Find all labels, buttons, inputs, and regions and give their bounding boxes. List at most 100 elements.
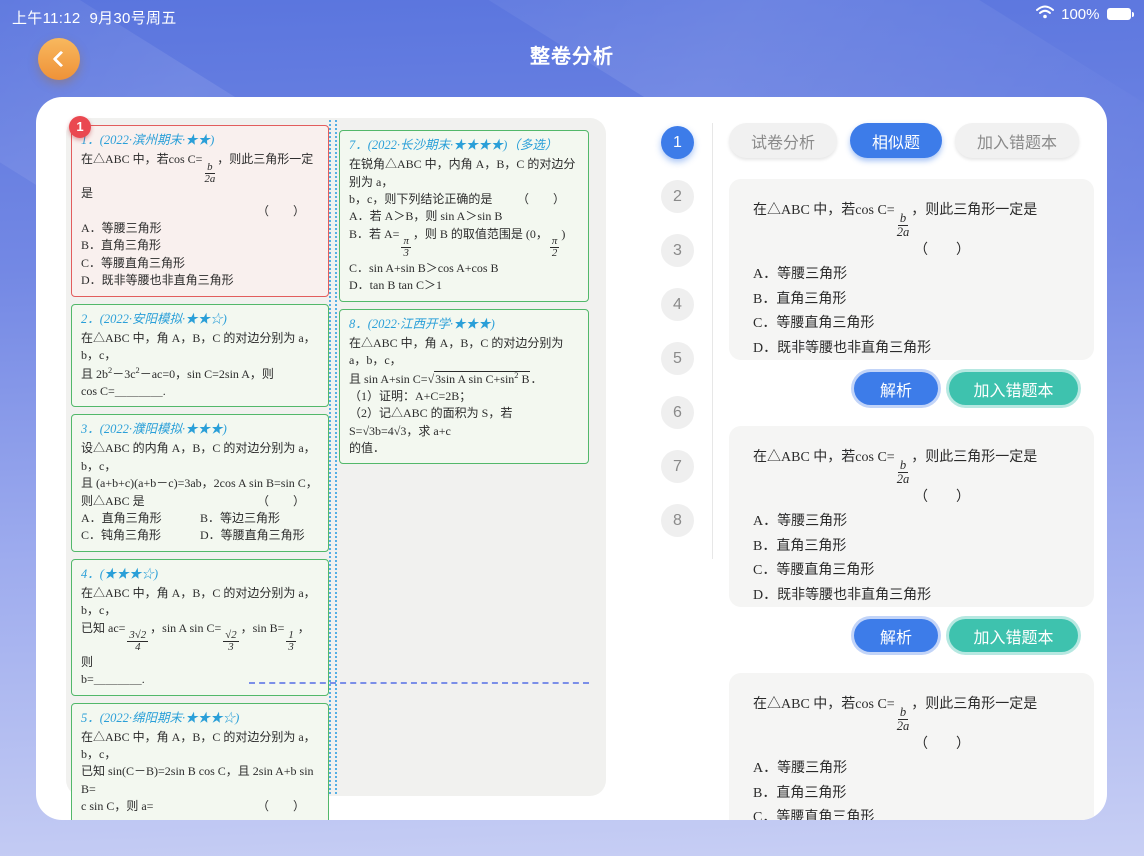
- similar-option: B．直角三角形: [753, 782, 1070, 807]
- similar-option: B．直角三角形: [753, 535, 1070, 560]
- question-text-line: 已知 sin(C－B)=2sin B cos C，且 2sin A+b sin …: [81, 763, 319, 798]
- similar-option: C．等腰直角三角形: [753, 559, 1070, 584]
- option-row: A．等腰三角形: [81, 220, 319, 237]
- option-item: A．等腰三角形: [81, 220, 319, 237]
- tabs-row: 试卷分析相似题加入错题本: [729, 123, 1094, 158]
- similar-option: C．等腰直角三角形: [753, 806, 1070, 820]
- tab-相似题[interactable]: 相似题: [850, 123, 942, 158]
- add-to-mistakes-button[interactable]: 加入错题本: [949, 372, 1078, 405]
- answer-paren: （ ）: [753, 486, 1070, 511]
- dashed-annotation-line: [249, 682, 589, 684]
- question-source-header: 5．(2022·绵阳期末·★★★☆): [81, 709, 319, 727]
- option-item: A．若 A＞B，则 sin A＞sin B: [349, 208, 579, 225]
- option-item: D．既非等腰也非直角三角形: [81, 272, 319, 289]
- question-text-line: 在△ABC 中，角 A，B，C 的对边分别为 a，b，c，: [81, 585, 319, 620]
- question-card[interactable]: 4．(★★★☆)在△ABC 中，角 A，B，C 的对边分别为 a，b，c，已知 …: [71, 559, 329, 696]
- paper-column-1: 11．(2022·滨州期末·★★)在△ABC 中，若cos C=b2a，则此三角…: [71, 125, 329, 820]
- similar-question-list: 在△ABC 中，若cos C=b2a，则此三角形一定是（ ）A．等腰三角形B．直…: [729, 179, 1094, 820]
- paper-column-2: 7．(2022·长沙期末·★★★★)（多选）在锐角△ABC 中，内角 A，B，C…: [339, 130, 589, 464]
- question-card[interactable]: 8．(2022·江西开学·★★★) 在△ABC 中，角 A，B，C 的对边分别为 …: [339, 309, 589, 465]
- question-text-line: （1）证明：A+C=2B；: [349, 388, 579, 405]
- column-dotted-separator: [335, 120, 337, 794]
- option-row: B．直角三角形: [81, 237, 319, 254]
- card-button-row: 解析加入错题本: [729, 619, 1094, 652]
- question-card[interactable]: 5．(2022·绵阳期末·★★★☆)在△ABC 中，角 A，B，C 的对边分别为…: [71, 703, 329, 820]
- option-item: C．6: [200, 816, 260, 820]
- option-item: B．若 A=π3，则 B 的取值范围是 (0，π2): [349, 226, 579, 260]
- question-text-line: 且 (a+b+c)(a+b－c)=3ab，2cos A sin B=sin C，: [81, 475, 319, 492]
- option-item: D．等腰直角三角形: [200, 527, 319, 544]
- similar-option: A．等腰三角形: [753, 757, 1070, 782]
- option-row: A．若 A＞B，则 sin A＞sin B: [349, 208, 579, 225]
- question-number-2[interactable]: 2: [661, 180, 694, 213]
- option-item: B．等边三角形: [200, 510, 319, 527]
- option-item: C．钝角三角形: [81, 527, 200, 544]
- option-item: B．4: [141, 816, 201, 820]
- question-number-3[interactable]: 3: [661, 234, 694, 267]
- tab-加入错题本[interactable]: 加入错题本: [955, 123, 1079, 158]
- option-item: C．等腰直角三角形: [81, 255, 319, 272]
- question-number-4[interactable]: 4: [661, 288, 694, 321]
- tab-试卷分析[interactable]: 试卷分析: [729, 123, 837, 158]
- option-item: A．直角三角形: [81, 510, 200, 527]
- analysis-panel: 试卷分析相似题加入错题本 在△ABC 中，若cos C=b2a，则此三角形一定是…: [729, 123, 1094, 820]
- option-row: C．sin A+sin B＞cos A+cos B: [349, 260, 579, 277]
- option-row: C．钝角三角形D．等腰直角三角形: [81, 527, 319, 544]
- question-card[interactable]: 11．(2022·滨州期末·★★)在△ABC 中，若cos C=b2a，则此三角…: [71, 125, 329, 297]
- analysis-button[interactable]: 解析: [854, 372, 938, 405]
- similar-question-stem: 在△ABC 中，若cos C=b2a，则此三角形一定是: [753, 199, 1070, 239]
- question-text-line: 的值．: [349, 440, 579, 457]
- option-row: D．既非等腰也非直角三角形: [81, 272, 319, 289]
- question-text-line: b=＿＿＿＿.: [81, 671, 319, 688]
- similar-option: D．既非等腰也非直角三角形: [753, 337, 1070, 360]
- question-text-line: （ ）: [81, 203, 319, 220]
- battery-percent: 100%: [1061, 6, 1099, 23]
- option-row: B．若 A=π3，则 B 的取值范围是 (0，π2): [349, 226, 579, 260]
- similar-option: D．既非等腰也非直角三角形: [753, 584, 1070, 607]
- question-number-5[interactable]: 5: [661, 342, 694, 375]
- status-bar: 上午11:12 9月30号周五 100%: [0, 0, 1144, 30]
- similar-question-card: 在△ABC 中，若cos C=b2a，则此三角形一定是（ ）A．等腰三角形B．直…: [729, 426, 1094, 607]
- question-text-line: 在△ABC 中，角 A，B，C 的对边分别为 a，b，c，: [349, 335, 579, 370]
- option-item: A．2: [81, 816, 141, 820]
- question-text-line: 设△ABC 的内角 A，B，C 的对边分别为 a，b，c，: [81, 440, 319, 475]
- question-text-line: cos C=＿＿＿＿.: [81, 383, 319, 400]
- similar-question-stem: 在△ABC 中，若cos C=b2a，则此三角形一定是: [753, 446, 1070, 486]
- question-card[interactable]: 3．(2022·濮阳模拟·★★★)设△ABC 的内角 A，B，C 的对边分别为 …: [71, 414, 329, 551]
- similar-option: A．等腰三角形: [753, 510, 1070, 535]
- page-title: 整卷分析: [0, 40, 1144, 69]
- option-item: D．8: [260, 816, 320, 820]
- question-number-7[interactable]: 7: [661, 450, 694, 483]
- similar-question-card: 在△ABC 中，若cos C=b2a，则此三角形一定是（ ）A．等腰三角形B．直…: [729, 673, 1094, 820]
- question-text-line: 在锐角△ABC 中，内角 A，B，C 的对边分别为 a，: [349, 156, 579, 191]
- question-text-line: （2）记△ABC 的面积为 S，若 S=√3b=4√3，求 a+c: [349, 405, 579, 440]
- question-text-line: 且 sin A+sin C=√3sin A sin C+sin2 B．: [349, 370, 579, 388]
- status-date: 9月30号周五: [89, 10, 176, 27]
- question-text-line: 则△ABC 是（ ）: [81, 493, 319, 510]
- option-item: D．tan B tan C＞1: [349, 277, 579, 294]
- add-to-mistakes-button[interactable]: 加入错题本: [949, 619, 1078, 652]
- question-card[interactable]: 2．(2022·安阳模拟·★★☆)在△ABC 中，角 A，B，C 的对边分别为 …: [71, 304, 329, 408]
- option-item: B．直角三角形: [81, 237, 319, 254]
- question-text-line: 且 2b2－3c2－ac=0，sin C=2sin A，则: [81, 365, 319, 383]
- option-row: C．等腰直角三角形: [81, 255, 319, 272]
- question-number-1[interactable]: 1: [661, 126, 694, 159]
- similar-option: C．等腰直角三角形: [753, 312, 1070, 337]
- option-row: D．tan B tan C＞1: [349, 277, 579, 294]
- question-number-list: 1 2 3 4 5 6 7 8: [661, 126, 694, 537]
- analysis-button[interactable]: 解析: [854, 619, 938, 652]
- question-source-header: 4．(★★★☆): [81, 565, 319, 583]
- similar-option: B．直角三角形: [753, 288, 1070, 313]
- option-row: A．直角三角形B．等边三角形: [81, 510, 319, 527]
- similar-question-stem: 在△ABC 中，若cos C=b2a，则此三角形一定是: [753, 693, 1070, 733]
- question-number-8[interactable]: 8: [661, 504, 694, 537]
- panel-divider: [712, 123, 713, 559]
- battery-icon: [1107, 8, 1135, 20]
- question-number-6[interactable]: 6: [661, 396, 694, 429]
- question-source-header: 8．(2022·江西开学·★★★): [349, 315, 579, 333]
- question-badge: 1: [69, 116, 91, 138]
- status-time: 上午11:12: [12, 10, 81, 27]
- question-card[interactable]: 7．(2022·长沙期末·★★★★)（多选）在锐角△ABC 中，内角 A，B，C…: [339, 130, 589, 302]
- wifi-icon: [1036, 5, 1054, 23]
- question-text-line: 在△ABC 中，若cos C=b2a，则此三角形一定是: [81, 151, 319, 203]
